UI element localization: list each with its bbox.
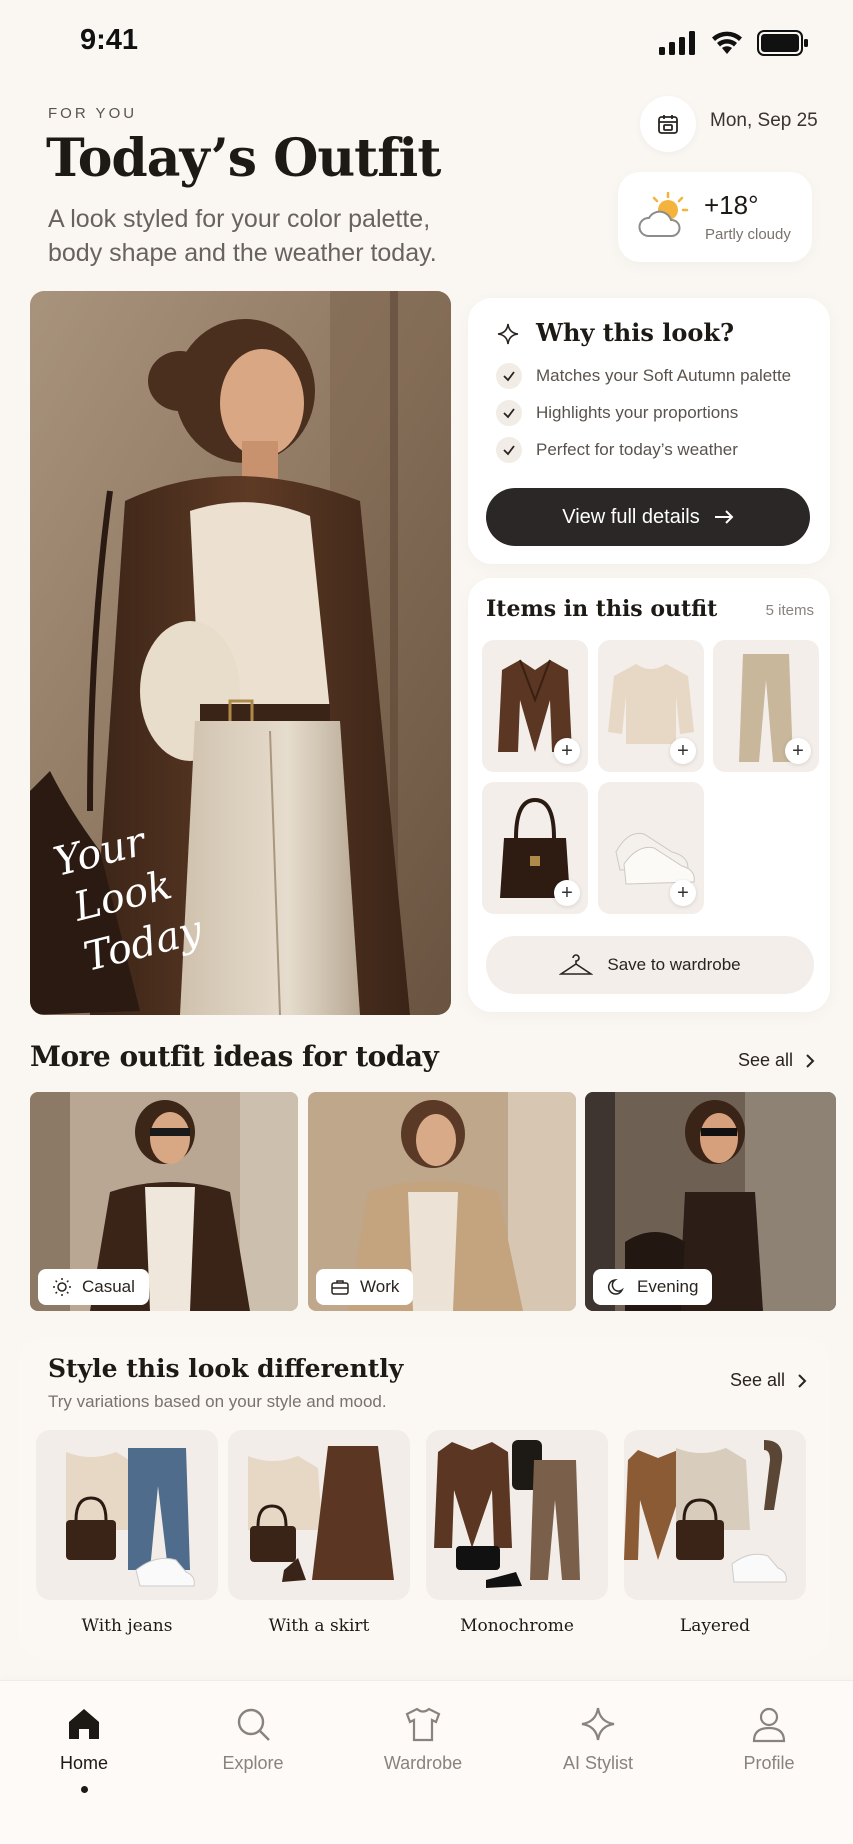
calendar-icon bbox=[658, 115, 678, 134]
view-full-details-button[interactable]: View full details bbox=[486, 488, 810, 546]
eyebrow-label: FOR YOU bbox=[48, 105, 138, 122]
wifi-icon bbox=[712, 31, 742, 54]
add-item-button[interactable]: + bbox=[670, 880, 696, 906]
view-full-details-label: View full details bbox=[562, 505, 700, 528]
nav-profile[interactable]: Profile bbox=[709, 1705, 829, 1774]
weather-card: +18° Partly cloudy bbox=[618, 172, 812, 262]
nav-label: AI Stylist bbox=[562, 1753, 633, 1773]
nav-label: Home bbox=[59, 1753, 108, 1773]
nav-home[interactable]: Home bbox=[24, 1705, 144, 1793]
briefcase-icon bbox=[331, 1280, 349, 1295]
item-tile-sneakers[interactable]: + bbox=[598, 782, 704, 914]
nav-label: Wardrobe bbox=[383, 1753, 463, 1773]
idea-label: Work bbox=[360, 1277, 400, 1296]
page-title: Today’s Outfit bbox=[46, 128, 441, 189]
add-item-button[interactable]: + bbox=[554, 738, 580, 764]
add-item-button[interactable]: + bbox=[785, 738, 811, 764]
idea-card-evening[interactable]: Evening bbox=[585, 1092, 836, 1311]
sun-icon bbox=[53, 1278, 71, 1296]
layered-outfit-icon bbox=[624, 1440, 787, 1583]
nav-ai-stylist[interactable]: AI Stylist bbox=[538, 1705, 658, 1774]
variation-label: Layered bbox=[679, 1616, 751, 1636]
idea-label: Casual bbox=[82, 1277, 135, 1296]
why-item: Perfect for today’s weather bbox=[496, 437, 738, 463]
add-item-button[interactable]: + bbox=[554, 880, 580, 906]
date-label: Mon, Sep 25 bbox=[710, 110, 818, 131]
variation-with-skirt[interactable] bbox=[228, 1430, 410, 1600]
why-item-label: Perfect for today’s weather bbox=[536, 440, 738, 459]
hanger-icon bbox=[559, 954, 594, 975]
why-item-label: Matches your Soft Autumn palette bbox=[536, 366, 792, 385]
status-time: 9:41 bbox=[80, 24, 139, 56]
variation-label: Monochrome bbox=[460, 1616, 574, 1636]
idea-card-casual[interactable]: Casual bbox=[30, 1092, 298, 1311]
temperature: +18° bbox=[704, 190, 759, 220]
signal-icon bbox=[659, 31, 695, 55]
see-all-label: See all bbox=[738, 1050, 794, 1070]
see-all-label: See all bbox=[730, 1370, 786, 1390]
idea-tag-evening: Evening bbox=[593, 1269, 713, 1305]
home-icon bbox=[69, 1709, 99, 1739]
why-this-look-card: Why this look? Matches your Soft Autumn … bbox=[468, 298, 830, 564]
items-in-outfit-card: Items in this outfit 5 items + + + + + S… bbox=[468, 578, 830, 1012]
check-icon bbox=[496, 437, 522, 463]
style-differently-card: Style this look differently Try variatio… bbox=[18, 1338, 830, 1658]
sparkle-icon bbox=[497, 323, 519, 345]
save-to-wardrobe-button[interactable]: Save to wardrobe bbox=[486, 936, 814, 994]
monochrome-outfit-icon bbox=[434, 1440, 580, 1588]
nav-label: Profile bbox=[743, 1753, 795, 1773]
why-item: Highlights your proportions bbox=[496, 400, 738, 426]
page-subtitle: A look styled for your color palette, bo… bbox=[48, 205, 437, 267]
partly-cloudy-icon bbox=[638, 192, 689, 237]
idea-tag-work: Work bbox=[316, 1269, 414, 1305]
style-see-all[interactable]: See all bbox=[730, 1370, 807, 1391]
style-title: Style this look differently bbox=[48, 1354, 404, 1383]
idea-label: Evening bbox=[637, 1277, 699, 1296]
idea-tag-casual: Casual bbox=[38, 1269, 149, 1305]
moon-icon bbox=[607, 1278, 624, 1295]
item-tile-sweater[interactable]: + bbox=[598, 640, 704, 772]
person-icon bbox=[752, 1707, 786, 1743]
variation-with-jeans[interactable] bbox=[36, 1430, 218, 1600]
search-icon bbox=[237, 1708, 270, 1741]
item-tile-handbag[interactable]: + bbox=[482, 782, 588, 914]
variation-monochrome[interactable] bbox=[426, 1430, 608, 1600]
check-icon bbox=[496, 400, 522, 426]
item-tile-coat[interactable]: + bbox=[482, 640, 588, 772]
variation-layered[interactable] bbox=[624, 1430, 806, 1600]
idea-card-work[interactable]: Work bbox=[308, 1092, 576, 1311]
nav-explore[interactable]: Explore bbox=[193, 1705, 313, 1774]
battery-icon bbox=[757, 30, 808, 56]
skirt-outfit-icon bbox=[248, 1446, 394, 1582]
more-ideas-title: More outfit ideas for today bbox=[30, 1040, 439, 1073]
bottom-navigation: Home Explore Wardrobe AI Stylist Profile bbox=[0, 1680, 853, 1844]
items-count: 5 items bbox=[765, 602, 814, 619]
check-icon bbox=[496, 363, 522, 389]
shirt-icon bbox=[405, 1707, 441, 1742]
nav-label: Explore bbox=[222, 1753, 284, 1773]
nav-wardrobe[interactable]: Wardrobe bbox=[363, 1705, 483, 1774]
hero-outfit-photo[interactable]: Your Look Today bbox=[30, 291, 451, 1015]
items-title: Items in this outfit bbox=[486, 596, 718, 622]
calendar-button[interactable] bbox=[640, 96, 696, 152]
add-item-button[interactable]: + bbox=[670, 738, 696, 764]
more-ideas-see-all[interactable]: See all bbox=[738, 1050, 815, 1071]
why-item-label: Highlights your proportions bbox=[536, 403, 739, 422]
chevron-right-icon bbox=[798, 1373, 807, 1388]
status-icons bbox=[659, 30, 809, 56]
why-item: Matches your Soft Autumn palette bbox=[496, 363, 791, 389]
item-tile-trousers[interactable]: + bbox=[713, 640, 819, 772]
sparkle-icon bbox=[581, 1707, 615, 1741]
save-to-wardrobe-label: Save to wardrobe bbox=[607, 955, 741, 974]
weather-condition: Partly cloudy bbox=[705, 226, 791, 243]
variation-label: With a skirt bbox=[268, 1616, 370, 1636]
chevron-right-icon bbox=[806, 1053, 815, 1068]
why-title: Why this look? bbox=[536, 318, 735, 347]
style-subtitle: Try variations based on your style and m… bbox=[48, 1392, 387, 1411]
arrow-right-icon bbox=[714, 510, 734, 524]
variation-label: With jeans bbox=[81, 1616, 173, 1636]
jeans-outfit-icon bbox=[66, 1448, 195, 1587]
active-indicator bbox=[80, 1786, 88, 1793]
hero-illustration: Your Look Today bbox=[30, 291, 451, 1015]
